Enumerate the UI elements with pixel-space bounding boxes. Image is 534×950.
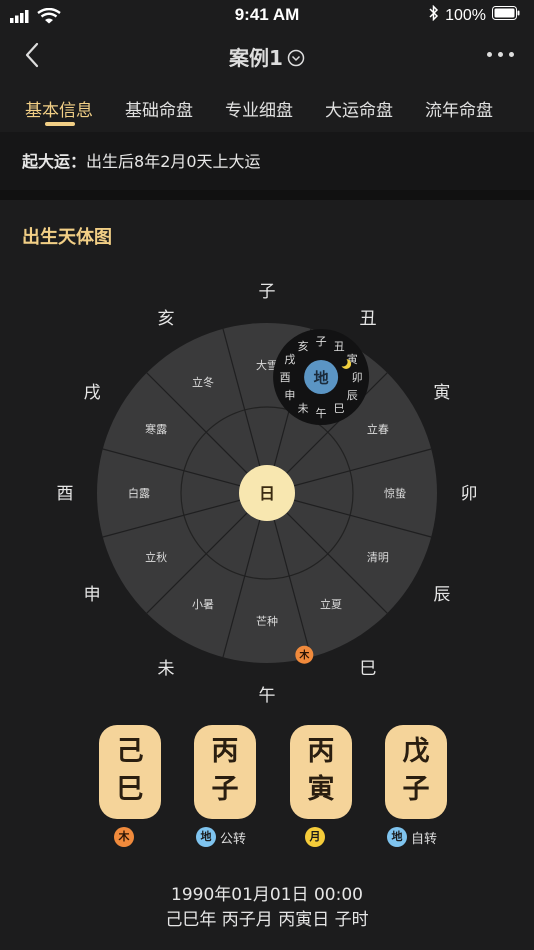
dayun-label: 起大运： (22, 152, 87, 171)
tab-basic-chart[interactable]: 基础命盘 (125, 96, 193, 121)
birth-ganzhi: 己巳年 丙子月 丙寅日 子时 (165, 910, 369, 930)
tab-basic-info[interactable]: 基本信息 (25, 96, 93, 121)
branch-label: 巳 (360, 659, 377, 679)
section-title: 出生天体图 (22, 227, 112, 248)
sun-label: 日 (259, 484, 275, 503)
solar-term-label: 立秋 (145, 550, 167, 564)
pillar-branch: 巳 (116, 774, 144, 805)
pillar-stem: 丙 (211, 736, 239, 767)
earth-ring-label: 戌 (284, 353, 295, 366)
earth-badge-icon: 地 (387, 827, 407, 847)
more-icon[interactable] (487, 52, 514, 57)
status-right: 100% (429, 4, 520, 26)
pillar-hour: 戊子 (385, 725, 447, 819)
moon-shadow (338, 357, 348, 367)
solar-term-label: 寒露 (145, 422, 167, 436)
earth-badge-icon: 地 (196, 827, 216, 847)
pillar-stem: 丙 (307, 736, 335, 767)
solar-term-label: 清明 (367, 551, 389, 564)
celestial-chart-svg: 子丑寅卯辰巳午未申酉戌亥大雪小寒立春惊蛰清明立夏芒种小暑立秋白露寒露立冬子丑寅卯… (57, 282, 478, 706)
status-bar: 9:41 AM 100% (0, 0, 534, 34)
pillar-month: 丙子 (194, 725, 256, 819)
earth-ring-label: 未 (298, 402, 309, 415)
celestial-chart: 子丑寅卯辰巳午未申酉戌亥大雪小寒立春惊蛰清明立夏芒种小暑立秋白露寒露立冬子丑寅卯… (0, 262, 534, 712)
dayun-text: 起大运：出生后8年2月0天上大运 (22, 148, 261, 172)
active-tab-indicator (45, 122, 75, 126)
pillar-branch: 子 (211, 774, 239, 805)
branch-label: 卯 (461, 484, 478, 504)
nav-bar: 案例1 (0, 34, 534, 78)
battery-percent: 100% (445, 6, 486, 24)
solar-term-label: 惊蛰 (384, 486, 406, 500)
earth-label: 地 (314, 369, 329, 387)
solar-term-label: 立春 (367, 422, 389, 436)
badge-year: 木 (114, 827, 138, 847)
battery-icon (492, 6, 520, 25)
chevron-down-icon (287, 48, 305, 72)
earth-ring-label: 酉 (280, 371, 291, 384)
wood-badge-icon: 木 (114, 827, 134, 847)
branch-label: 辰 (433, 585, 450, 605)
earth-ring-label: 申 (284, 389, 295, 402)
four-pillars: 己巳 丙子 丙寅 戊子 木 地公转 月 地自转 (0, 725, 534, 855)
birth-datetime: 1990年01月01日 00:00 (171, 885, 363, 905)
earth-ring-label: 巳 (334, 402, 345, 415)
solar-term-label: 小暑 (192, 598, 214, 611)
case-title-dropdown[interactable]: 案例1 (0, 42, 534, 72)
dayun-value: 出生后8年2月0天上大运 (86, 152, 261, 171)
branch-label: 亥 (158, 309, 175, 329)
pillar-day: 丙寅 (290, 725, 352, 819)
tab-dayun-chart[interactable]: 大运命盘 (325, 96, 393, 121)
badge-hour: 地自转 (387, 827, 437, 847)
pillar-stem: 戊 (402, 736, 430, 767)
branch-label: 午 (259, 686, 276, 706)
badge-day: 月 (305, 827, 329, 847)
earth-ring-label: 亥 (298, 339, 309, 353)
moon-badge-icon: 月 (305, 827, 325, 847)
earth-ring-label: 丑 (334, 340, 345, 353)
solar-term-label: 芒种 (256, 614, 278, 628)
dayun-info: 起大运：出生后8年2月0天上大运 (0, 132, 534, 190)
page-title: 案例1 (229, 46, 283, 70)
earth-ring-label: 子 (316, 335, 327, 348)
badge-text: 自转 (411, 831, 438, 847)
earth-ring-label: 午 (316, 407, 327, 420)
tab-pro-chart[interactable]: 专业细盘 (225, 96, 293, 121)
branch-label: 戌 (84, 383, 101, 403)
tab-liunian-chart[interactable]: 流年命盘 (425, 96, 493, 121)
solar-term-label: 立夏 (320, 597, 342, 611)
branch-label: 申 (84, 585, 101, 605)
branch-label: 未 (158, 659, 175, 679)
pillar-branch: 子 (402, 774, 430, 805)
badge-text: 公转 (220, 831, 247, 847)
branch-label: 寅 (433, 383, 450, 403)
earth-ring-label: 辰 (347, 389, 358, 402)
bluetooth-icon (429, 4, 439, 26)
badge-month: 地公转 (196, 827, 246, 847)
pillar-year: 己巳 (99, 725, 161, 819)
solar-term-label: 白露 (128, 486, 150, 500)
divider (0, 190, 534, 200)
wood-marker-label: 木 (298, 649, 310, 662)
solar-term-label: 立冬 (192, 375, 214, 389)
pillar-branch: 寅 (307, 774, 335, 805)
pillar-stem: 己 (116, 736, 144, 767)
earth-ring-label: 卯 (352, 371, 363, 384)
branch-label: 酉 (57, 484, 74, 504)
branch-label: 子 (259, 282, 276, 302)
branch-label: 丑 (360, 309, 377, 329)
tab-bar: 基本信息 基础命盘 专业细盘 大运命盘 流年命盘 (0, 92, 534, 132)
